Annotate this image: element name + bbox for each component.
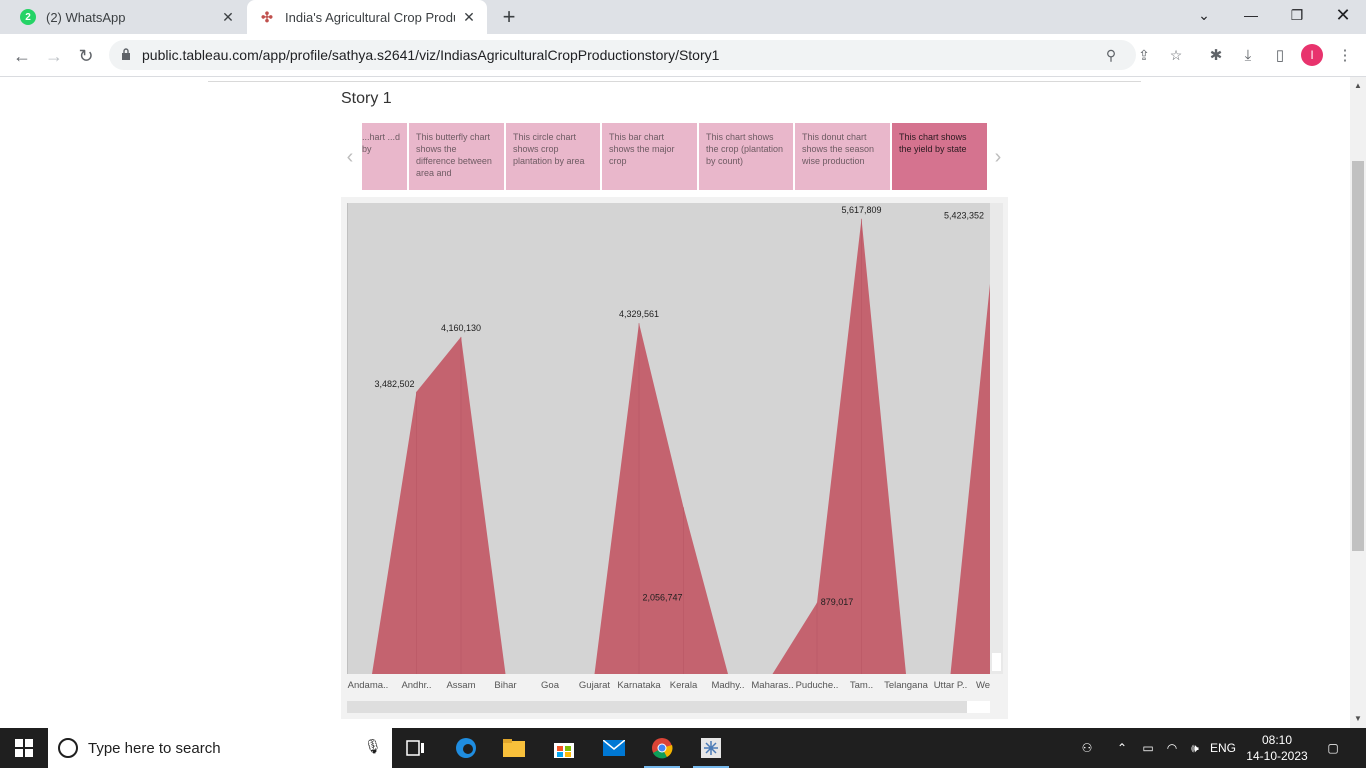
- mail-icon[interactable]: [594, 732, 634, 764]
- edge-icon[interactable]: [446, 732, 486, 764]
- task-view-icon[interactable]: [396, 732, 436, 764]
- reload-button[interactable]: ↻: [73, 43, 99, 69]
- search-icon: [58, 738, 78, 758]
- story-point-3[interactable]: This circle chart shows crop plantation …: [506, 123, 600, 190]
- story-title: Story 1: [341, 90, 392, 107]
- zoom-icon[interactable]: ⚲: [1102, 47, 1120, 65]
- start-button[interactable]: [0, 728, 48, 768]
- browser-toolbar: ← → ↻ public.tableau.com/app/profile/sat…: [0, 34, 1366, 77]
- new-tab-button[interactable]: +: [498, 6, 520, 28]
- tab-strip: 2 (2) WhatsApp ✕ ✣ India's Agricultural …: [0, 0, 1366, 34]
- page-scrollbar[interactable]: ▲ ▼: [1350, 77, 1366, 728]
- download-icon[interactable]: ⤓: [1237, 45, 1259, 67]
- scroll-up-icon[interactable]: ▲: [1353, 81, 1363, 91]
- tableau-icon: ✣: [261, 8, 273, 25]
- menu-kebab-icon[interactable]: ⋮: [1334, 45, 1356, 67]
- scroll-thumb[interactable]: [967, 701, 990, 713]
- url-text: public.tableau.com/app/profile/sathya.s2…: [142, 47, 720, 63]
- story-point-text: This butterfly chart shows the differenc…: [416, 132, 492, 178]
- divider: [208, 81, 1141, 82]
- story-point-7[interactable]: This chart shows the yield by state: [892, 123, 987, 190]
- language-indicator[interactable]: ENG: [1208, 728, 1238, 768]
- story-point-text: This chart shows the yield by state: [899, 132, 967, 154]
- tab-whatsapp[interactable]: 2 (2) WhatsApp ✕: [8, 0, 246, 34]
- lock-icon: [122, 48, 130, 60]
- windows-taskbar: Type here to search 🎙 ⚇ ⌃ ▭ ◠ 🕪 ENG 08:1…: [0, 728, 1366, 768]
- side-panel-icon[interactable]: ▯: [1269, 45, 1291, 67]
- page-content: Story 1 ‹ ...hart ...d by This butterfly…: [0, 77, 1350, 728]
- scroll-down-icon[interactable]: ▼: [1353, 714, 1363, 724]
- story-point-6[interactable]: This donut chart shows the season wise p…: [795, 123, 890, 190]
- battery-icon[interactable]: ▭: [1138, 728, 1158, 768]
- story-point-5[interactable]: This chart shows the crop (plantation by…: [699, 123, 793, 190]
- chrome-icon[interactable]: [642, 732, 682, 768]
- tab-title: India's Agricultural Crop Product: [285, 9, 455, 25]
- taskbar-search[interactable]: Type here to search 🎙: [48, 728, 392, 768]
- windows-logo-icon: [15, 739, 33, 757]
- share-icon[interactable]: ⇪: [1135, 47, 1153, 65]
- tab-search-chevron-icon[interactable]: ⌄: [1181, 0, 1227, 30]
- story-point-text: This circle chart shows crop plantation …: [513, 132, 585, 166]
- story-next-arrow-icon[interactable]: ›: [990, 147, 1006, 167]
- story-prev-arrow-icon[interactable]: ‹: [342, 147, 358, 167]
- clock-date: 14-10-2023: [1246, 749, 1308, 763]
- story-point-text: This bar chart shows the major crop: [609, 132, 675, 166]
- notifications-icon[interactable]: ▢: [1322, 728, 1344, 768]
- story-point-text: This donut chart shows the season wise p…: [802, 132, 875, 166]
- minimize-button[interactable]: —: [1228, 0, 1274, 30]
- restore-button[interactable]: ❐: [1274, 0, 1320, 30]
- viz-vertical-scrollbar[interactable]: [990, 203, 1003, 674]
- story-point-4[interactable]: This bar chart shows the major crop: [602, 123, 697, 190]
- snipping-tool-icon[interactable]: [691, 732, 731, 768]
- close-window-button[interactable]: ✕: [1320, 0, 1366, 30]
- story-point-2[interactable]: This butterfly chart shows the differenc…: [409, 123, 504, 190]
- address-bar[interactable]: public.tableau.com/app/profile/sathya.s2…: [109, 40, 1182, 70]
- file-explorer-icon[interactable]: [494, 732, 534, 764]
- page-scroll-thumb[interactable]: [1352, 161, 1364, 551]
- close-icon[interactable]: ✕: [220, 9, 236, 25]
- story-navigator: ...hart ...d by This butterfly chart sho…: [362, 123, 987, 190]
- extensions-icon[interactable]: ✱: [1205, 45, 1227, 67]
- close-icon[interactable]: ✕: [461, 9, 477, 25]
- bookmark-star-icon[interactable]: ☆: [1167, 47, 1185, 65]
- system-clock[interactable]: 08:10 14-10-2023: [1246, 732, 1308, 764]
- store-icon[interactable]: [544, 732, 584, 764]
- story-point-1[interactable]: ...hart ...d by: [362, 123, 407, 190]
- story-point-text: ...hart ...d by: [362, 132, 401, 154]
- tab-title: (2) WhatsApp: [46, 9, 126, 25]
- tab-tableau[interactable]: ✣ India's Agricultural Crop Product ✕: [247, 0, 487, 34]
- whatsapp-icon: 2: [20, 9, 36, 25]
- forward-button[interactable]: →: [41, 43, 67, 69]
- microphone-icon[interactable]: 🎙: [364, 738, 382, 758]
- back-button[interactable]: ←: [9, 43, 35, 69]
- story-point-text: This chart shows the crop (plantation by…: [706, 132, 784, 166]
- viz-horizontal-scrollbar[interactable]: [347, 701, 990, 713]
- scroll-thumb[interactable]: [992, 653, 1001, 671]
- show-hidden-icons-chevron-icon[interactable]: ⌃: [1112, 728, 1132, 768]
- people-icon[interactable]: ⚇: [1076, 728, 1098, 768]
- volume-icon[interactable]: 🕪: [1185, 728, 1205, 768]
- profile-avatar[interactable]: I: [1301, 44, 1323, 66]
- wifi-icon[interactable]: ◠: [1162, 728, 1182, 768]
- clock-time: 08:10: [1261, 733, 1293, 747]
- plot-area: [347, 203, 990, 674]
- search-placeholder: Type here to search: [88, 740, 221, 757]
